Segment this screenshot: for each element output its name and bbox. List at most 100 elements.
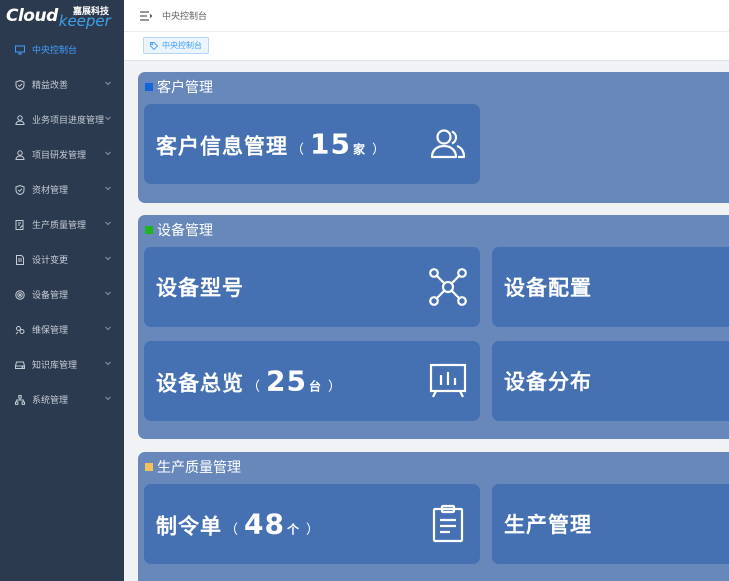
monitor-icon (14, 44, 25, 55)
card-title: 生产管理 (504, 513, 592, 537)
chevron-down-icon (104, 219, 112, 227)
sidebar-item-label: 项目研发管理 (32, 151, 87, 161)
sidebar-item-label: 生产质量管理 (32, 221, 87, 231)
sidebar-item-materials[interactable]: 资材管理 (0, 172, 124, 207)
card-count: 48 (244, 507, 285, 541)
chevron-down-icon (104, 184, 112, 192)
sidebar-item-production-quality[interactable]: 生产质量管理 (0, 207, 124, 242)
shield-icon (14, 184, 25, 195)
card-title: 设备分布 (504, 370, 592, 394)
sidebar-item-knowledge-base[interactable]: 知识库管理 (0, 347, 124, 382)
production-section: 生产质量管理 制令单 （ 48 个 ） 生产管理 (138, 452, 729, 581)
card-label: 生产管理 (504, 509, 592, 539)
breadcrumb[interactable]: 中央控制台 (162, 9, 207, 22)
logo-company: 嘉展科技 (73, 7, 110, 17)
equipment-config-card[interactable]: 设备配置 (492, 247, 729, 327)
sidebar-item-maintenance[interactable]: 维保管理 (0, 312, 124, 347)
card-label: 制令单 （ 48 个 ） (156, 508, 323, 541)
sidebar-item-business-progress[interactable]: 业务项目进度管理 (0, 102, 124, 137)
equipment-overview-card[interactable]: 设备总览 （ 25 台 ） (144, 341, 480, 421)
network-icon (428, 267, 468, 307)
sidebar-item-system[interactable]: 系统管理 (0, 382, 124, 417)
card-label: 设备配置 (504, 272, 592, 302)
paren-close: ） (372, 142, 387, 158)
sidebar-item-lean-improvement[interactable]: 精益改善 (0, 67, 124, 102)
target-icon (14, 289, 25, 300)
tab-label: 中央控制台 (162, 41, 202, 50)
card-count: 15 (310, 127, 351, 161)
card-label: 客户信息管理 （ 15 家 ） (156, 128, 389, 161)
chevron-down-icon (104, 394, 112, 402)
card-title: 客户信息管理 (156, 134, 288, 159)
tags-view: 中央控制台 (124, 31, 729, 61)
section-title: 设备管理 (145, 220, 213, 240)
paren-open: （ (247, 379, 262, 395)
section-title-text: 客户管理 (157, 80, 213, 96)
logo[interactable]: Cloud keeper 嘉展科技 (0, 0, 124, 32)
drive-icon (14, 359, 25, 370)
card-label: 设备总览 （ 25 台 ） (156, 365, 345, 398)
section-title-text: 设备管理 (157, 223, 213, 239)
chevron-down-icon (104, 149, 112, 157)
clipboard-icon (428, 504, 468, 544)
production-management-card[interactable]: 生产管理 (492, 484, 729, 564)
sidebar-item-dashboard[interactable]: 中央控制台 (0, 32, 124, 67)
section-title: 生产质量管理 (145, 457, 241, 477)
work-order-card[interactable]: 制令单 （ 48 个 ） (144, 484, 480, 564)
chevron-down-icon (104, 289, 112, 297)
sidebar-item-label: 维保管理 (32, 326, 69, 336)
paren-open: （ (225, 522, 240, 538)
user-icon (14, 114, 25, 125)
sidebar-item-label: 设计变更 (32, 256, 69, 266)
card-title: 制令单 (156, 514, 222, 539)
sidebar-item-label: 系统管理 (32, 396, 69, 406)
customer-section: 客户管理 客户信息管理 （ 15 家 ） (138, 72, 729, 203)
chevron-down-icon (104, 114, 112, 122)
tab-dashboard[interactable]: 中央控制台 (143, 37, 209, 54)
sidebar-item-design-change[interactable]: 设计变更 (0, 242, 124, 277)
chevron-down-icon (104, 79, 112, 87)
top-header: 中央控制台 (124, 0, 729, 31)
users-icon (428, 124, 468, 164)
sidebar-item-label: 中央控制台 (32, 46, 78, 56)
paren-close: ） (306, 522, 321, 538)
document-icon (14, 254, 25, 265)
equipment-model-card[interactable]: 设备型号 (144, 247, 480, 327)
chevron-down-icon (104, 254, 112, 262)
user-icon (14, 149, 25, 160)
customer-info-card[interactable]: 客户信息管理 （ 15 家 ） (144, 104, 480, 184)
gear-cluster-icon (14, 324, 25, 335)
logo-primary: Cloud (6, 6, 58, 26)
card-label: 设备分布 (504, 366, 592, 396)
chart-board-icon (428, 361, 468, 401)
section-marker (145, 83, 153, 91)
card-unit: 个 (286, 522, 300, 537)
equipment-distribution-card[interactable]: 设备分布 (492, 341, 729, 421)
card-count: 25 (266, 364, 307, 398)
tag-icon (150, 41, 158, 50)
sidebar-item-label: 业务项目进度管理 (32, 116, 105, 126)
sidebar: Cloud keeper 嘉展科技 中央控制台 精益改善 业务项目进度管理 项目… (0, 0, 124, 581)
sidebar-item-label: 资材管理 (32, 186, 69, 196)
card-unit: 台 (308, 379, 322, 394)
sidebar-item-rnd[interactable]: 项目研发管理 (0, 137, 124, 172)
card-title: 设备配置 (504, 276, 592, 300)
sidebar-item-equipment[interactable]: 设备管理 (0, 277, 124, 312)
card-unit: 家 (352, 142, 366, 157)
org-chart-icon (14, 394, 25, 405)
sidebar-item-label: 精益改善 (32, 81, 69, 91)
shield-icon (14, 79, 25, 90)
sidebar-item-label: 知识库管理 (32, 361, 78, 371)
equipment-section: 设备管理 设备型号 设备配置 设备总览 （ 25 台 ） 设备分布 (138, 215, 729, 439)
paren-close: ） (328, 379, 343, 395)
chevron-down-icon (104, 359, 112, 367)
card-title: 设备总览 (156, 371, 244, 396)
paren-open: （ (291, 142, 306, 158)
menu-toggle-icon[interactable] (140, 10, 152, 22)
card-label: 设备型号 (156, 272, 244, 302)
section-title-text: 生产质量管理 (157, 460, 241, 476)
section-marker (145, 463, 153, 471)
section-marker (145, 226, 153, 234)
section-title: 客户管理 (145, 77, 213, 97)
card-title: 设备型号 (156, 276, 244, 300)
